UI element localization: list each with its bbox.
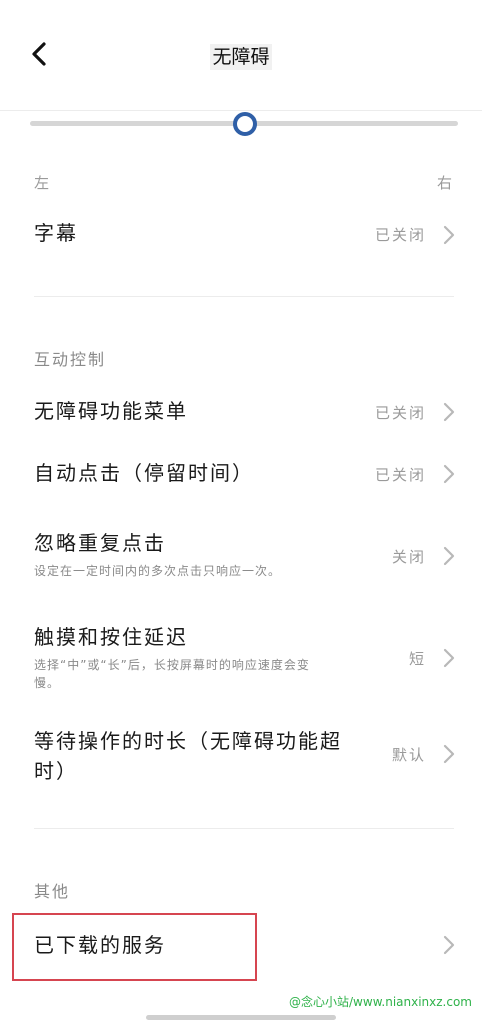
touch-hold-delay-value: 短 bbox=[408, 650, 426, 668]
subtitles-title: 字幕 bbox=[34, 221, 78, 245]
wait-duration-value: 默认 bbox=[391, 746, 426, 764]
page-title: 无障碍 bbox=[210, 44, 272, 70]
ignore-repeat-click-title: 忽略重复点击 bbox=[34, 531, 166, 555]
highlight-box bbox=[12, 913, 257, 981]
accessibility-menu-row[interactable]: 无障碍功能菜单 已关闭 bbox=[0, 390, 482, 434]
ignore-repeat-click-subtitle: 设定在一定时间内的多次点击只响应一次。 bbox=[34, 564, 282, 578]
ignore-repeat-click-value: 关闭 bbox=[391, 548, 426, 566]
slider-thumb[interactable] bbox=[233, 112, 257, 136]
slider-right-label: 右 bbox=[436, 174, 452, 192]
chevron-right-icon bbox=[443, 464, 455, 484]
wait-duration-row[interactable]: 等待操作的时长（无障碍功能超 时） 默认 bbox=[0, 722, 482, 788]
chevron-right-icon bbox=[443, 648, 455, 668]
subtitles-value: 已关闭 bbox=[374, 226, 426, 244]
watermark: @念心小站/www.nianxinxz.com bbox=[289, 995, 472, 1009]
app-header: 无障碍 bbox=[0, 0, 482, 111]
auto-click-value: 已关闭 bbox=[374, 466, 426, 484]
wait-duration-title-line2: 时） bbox=[34, 759, 78, 783]
touch-hold-delay-row[interactable]: 触摸和按住延迟 选择“中”或“长”后，长按屏幕时的响应速度会变 慢。 短 bbox=[0, 618, 482, 696]
home-indicator[interactable] bbox=[146, 1015, 336, 1020]
touch-hold-delay-subtitle-line1: 选择“中”或“长”后，长按屏幕时的响应速度会变 bbox=[34, 658, 310, 672]
divider bbox=[34, 296, 454, 297]
other-section-header: 其他 bbox=[34, 882, 71, 901]
ignore-repeat-click-row[interactable]: 忽略重复点击 设定在一定时间内的多次点击只响应一次。 关闭 bbox=[0, 524, 482, 584]
auto-click-title: 自动点击（停留时间） bbox=[34, 461, 254, 485]
auto-click-row[interactable]: 自动点击（停留时间） 已关闭 bbox=[0, 452, 482, 496]
chevron-right-icon bbox=[443, 402, 455, 422]
subtitles-row[interactable]: 字幕 已关闭 bbox=[0, 212, 482, 258]
interaction-section-header: 互动控制 bbox=[34, 350, 107, 369]
wait-duration-title-line1: 等待操作的时长（无障碍功能超 bbox=[34, 729, 342, 753]
touch-hold-delay-subtitle-line2: 慢。 bbox=[34, 676, 61, 690]
touch-hold-delay-title: 触摸和按住延迟 bbox=[34, 625, 188, 649]
accessibility-menu-value: 已关闭 bbox=[374, 404, 426, 422]
audio-balance-slider[interactable] bbox=[30, 112, 458, 138]
slider-left-label: 左 bbox=[34, 174, 50, 192]
chevron-right-icon bbox=[443, 225, 455, 245]
chevron-right-icon bbox=[443, 546, 455, 566]
chevron-right-icon bbox=[443, 744, 455, 764]
accessibility-menu-title: 无障碍功能菜单 bbox=[34, 399, 188, 423]
divider bbox=[34, 828, 454, 829]
chevron-right-icon bbox=[443, 935, 455, 955]
